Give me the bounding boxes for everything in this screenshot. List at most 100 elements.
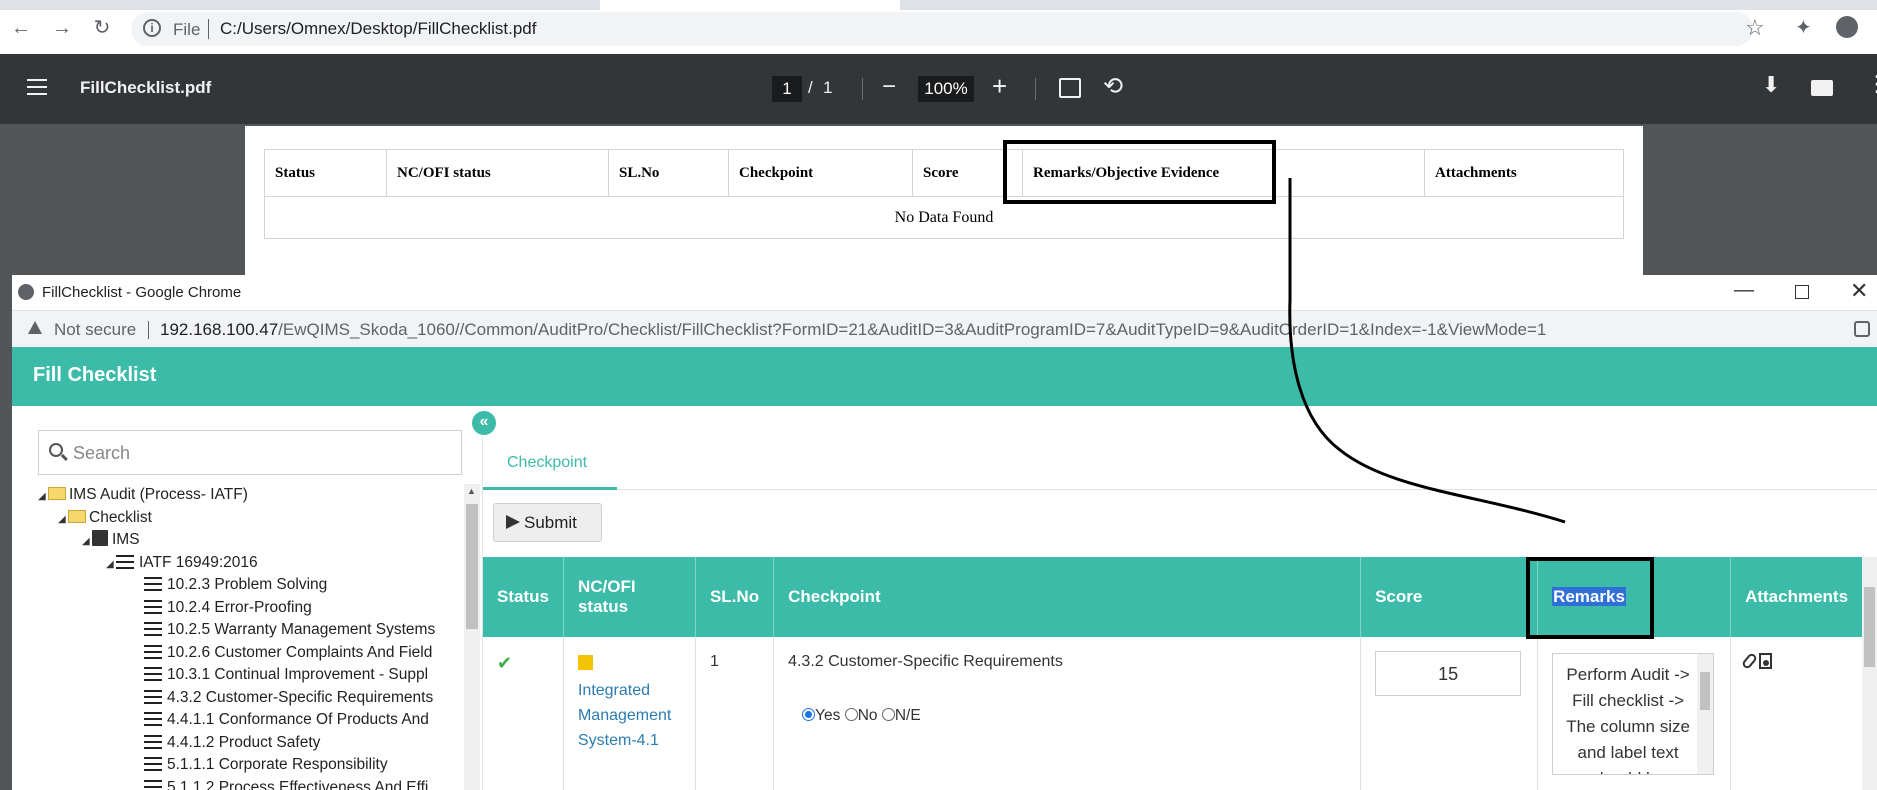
globe-icon [18, 284, 34, 300]
col-score: Score [1360, 557, 1539, 637]
tree-item-label: IATF 16949:2016 [139, 553, 258, 571]
remarks-scrollbar[interactable] [1697, 654, 1714, 774]
tree-item[interactable]: 10.2.5 Warranty Management Systems [130, 619, 435, 641]
document-icon[interactable] [1759, 653, 1773, 669]
address-separator [148, 321, 149, 339]
popup-url[interactable]: 192.168.100.47/EwQIMS_Skoda_1060//Common… [160, 320, 1546, 340]
page-scroll-thumb[interactable] [1864, 587, 1875, 667]
cell-score: 15 [1360, 637, 1539, 790]
folder-icon [48, 487, 66, 500]
info-icon[interactable]: i [143, 19, 161, 37]
search-placeholder: Search [73, 443, 131, 463]
tree-scrollbar[interactable]: ▲ [464, 484, 480, 790]
url-path: /EwQIMS_Skoda_1060//Common/AuditPro/Chec… [278, 320, 1547, 339]
nc-status-link[interactable]: Integrated Management System-4.1 [578, 678, 681, 753]
expand-icon[interactable]: ◢ [82, 531, 92, 553]
col-checkpoint: Checkpoint [773, 557, 1362, 637]
tree-item[interactable]: 4.3.2 Customer-Specific Requirements [130, 687, 433, 709]
collapse-panel-button[interactable]: « [472, 411, 496, 435]
print-icon[interactable] [1811, 80, 1833, 96]
attachment-actions [1740, 651, 1863, 674]
page-scrollbar[interactable] [1862, 557, 1877, 790]
bookmark-star-icon[interactable]: ☆ [1745, 15, 1765, 41]
expand-icon[interactable]: ◢ [38, 486, 48, 508]
cell-sl-no: 1 [695, 637, 775, 790]
list-icon [144, 577, 162, 591]
expand-icon[interactable]: ◢ [58, 509, 68, 531]
zoom-out-icon[interactable]: − [882, 73, 896, 101]
book-icon [92, 530, 108, 546]
download-icon[interactable]: ⬇ [1762, 72, 1780, 98]
extensions-icon[interactable]: ✦ [1795, 15, 1812, 40]
tree-item-label: IMS Audit (Process- IATF) [69, 486, 248, 503]
pdf-col-status: Status [264, 149, 387, 197]
col-attachments: Attachments [1730, 557, 1877, 637]
more-options-icon[interactable]: ⋮ [1866, 71, 1877, 97]
back-icon[interactable]: ← [9, 16, 33, 40]
url-host: 192.168.100.47 [160, 320, 279, 339]
radio-yes[interactable] [802, 708, 816, 721]
minimize-icon[interactable]: — [1734, 279, 1754, 302]
paperclip-icon[interactable] [1740, 651, 1759, 671]
col-status: Status [483, 557, 564, 637]
tree-item-label: 10.2.6 Customer Complaints And Field [167, 643, 433, 661]
not-secure-label: Not secure [54, 320, 137, 339]
scroll-up-icon[interactable]: ▲ [467, 486, 476, 496]
remarks-scroll-thumb[interactable] [1700, 672, 1711, 710]
list-icon [116, 554, 134, 569]
menu-icon[interactable] [27, 79, 47, 95]
list-icon [144, 779, 162, 790]
maximize-icon[interactable] [1795, 285, 1809, 299]
tree-item-label: 10.2.4 Error-Proofing [167, 598, 312, 616]
radio-no[interactable] [844, 708, 858, 721]
page-number-input[interactable]: 1 [772, 76, 802, 102]
page-title: Fill Checklist [33, 364, 157, 386]
profile-avatar[interactable] [1836, 16, 1858, 38]
tree-item[interactable]: 5.1.1.2 Process Effectiveness And Effi [130, 777, 428, 790]
tree-item[interactable]: 4.4.1.1 Conformance Of Products And [130, 709, 429, 731]
cell-nc-status: Integrated Management System-4.1 [563, 637, 696, 790]
submit-button[interactable]: Submit [493, 503, 602, 542]
tree-panel: Search ◢ IMS Audit (Process- IATF) ◢ Checkl… [12, 406, 480, 790]
tree-item-label: 10.3.1 Continual Improvement - Suppl [167, 666, 429, 683]
tree-item[interactable]: 5.1.1.1 Corporate Responsibility [130, 754, 388, 776]
submit-label: Submit [524, 513, 577, 532]
list-icon [144, 622, 162, 636]
annotation-box-remarks-header [1526, 557, 1654, 639]
remarks-textarea[interactable]: Perform Audit -> Fill checklist -> The c… [1552, 653, 1715, 775]
tree-item[interactable]: 10.2.6 Customer Complaints And Field [130, 642, 432, 664]
score-input[interactable]: 15 [1375, 651, 1522, 696]
tree-item[interactable]: 10.2.3 Problem Solving [130, 574, 327, 596]
popup-address-bar[interactable]: Not secure 192.168.100.47/EwQIMS_Skoda_1… [12, 311, 1877, 347]
radio-ne[interactable] [881, 708, 895, 721]
scroll-thumb[interactable] [466, 504, 478, 629]
pdf-empty-message: No Data Found [264, 196, 1624, 239]
pdf-toolbar: FillChecklist.pdf 1 / 1 − 100% + ⟲ ⬇ ⋮ [0, 54, 1877, 124]
zoom-level-input[interactable]: 100% [918, 76, 974, 102]
close-icon[interactable]: ✕ [1850, 278, 1868, 304]
tab-checkpoint[interactable]: Checkpoint [507, 454, 587, 472]
address-bar[interactable]: i File C:/Users/Omnex/Desktop/FillCheckl… [131, 12, 1753, 46]
search-input[interactable]: Search [38, 430, 462, 475]
expand-icon[interactable]: ◢ [106, 554, 116, 576]
annotation-box-pdf-remarks [1003, 140, 1276, 204]
address-url[interactable]: C:/Users/Omnex/Desktop/FillChecklist.pdf [220, 19, 536, 39]
tree-item[interactable]: 10.3.1 Continual Improvement - Suppl [130, 664, 428, 686]
tree-item[interactable]: ◢ IMS [82, 529, 140, 551]
tree-item[interactable]: 10.2.4 Error-Proofing [130, 597, 312, 619]
tree-item[interactable]: ◢ Checklist [58, 507, 152, 529]
nc-status-indicator [577, 655, 593, 670]
col-sl-no: SL.No [695, 557, 775, 637]
pdf-table: Status NC/OFI status SL.No Checkpoint Sc… [264, 149, 1624, 239]
fit-to-page-icon[interactable] [1059, 78, 1081, 98]
tree-item[interactable]: ◢ IMS Audit (Process- IATF) [38, 484, 248, 506]
rotate-icon[interactable]: ⟲ [1103, 72, 1123, 101]
reload-icon[interactable]: ↻ [90, 16, 114, 40]
forward-icon[interactable]: → [50, 16, 74, 40]
zoom-in-icon[interactable]: + [992, 71, 1007, 102]
address-separator [208, 19, 209, 39]
active-tab[interactable] [600, 0, 900, 10]
tree-item[interactable]: 4.4.1.2 Product Safety [130, 732, 320, 754]
tree-item[interactable]: ◢ IATF 16949:2016 [106, 552, 258, 574]
qr-code-icon[interactable] [1854, 321, 1870, 337]
